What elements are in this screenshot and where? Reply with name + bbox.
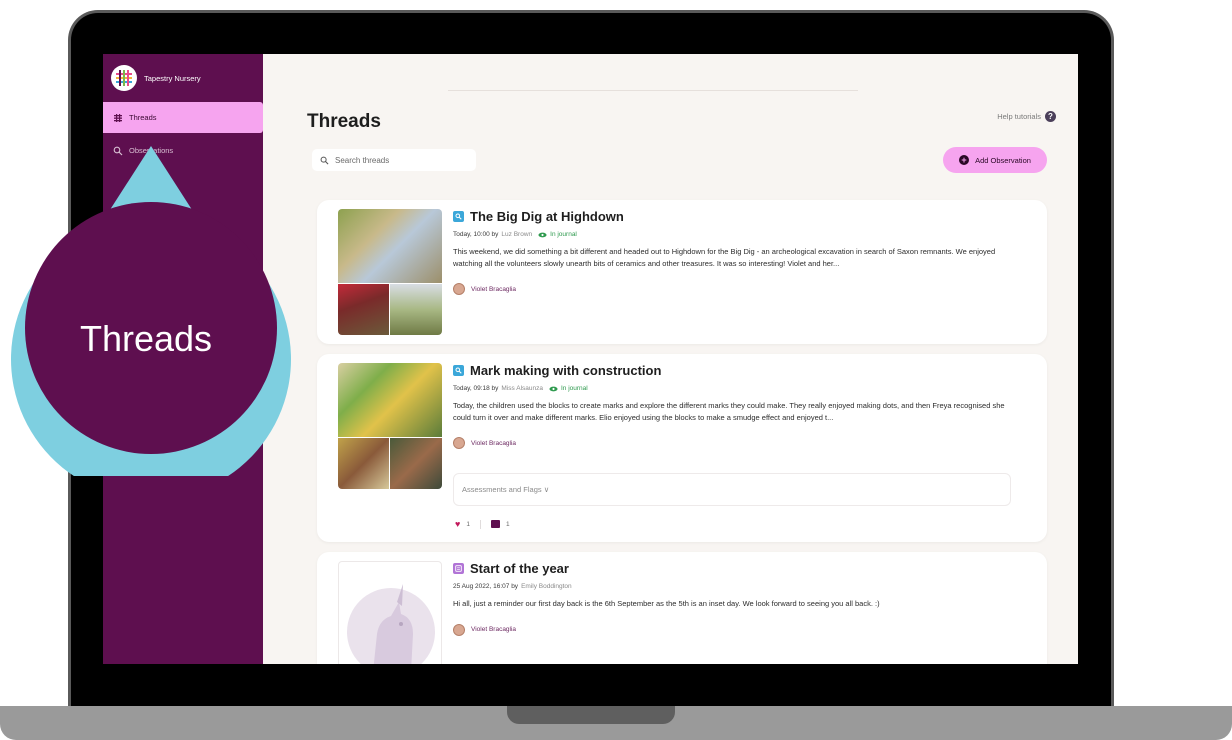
brand[interactable]: Tapestry Nursery [111,65,201,91]
add-observation-label: Add Observation [975,155,1031,165]
search-placeholder: Search threads [335,155,390,165]
observation-icon [453,365,464,376]
thread-thumbnails [338,561,442,664]
journal-status-label: In journal [550,231,577,238]
eye-icon [549,386,558,391]
thread-meta: 25 Aug 2022, 16:07 by Emily Boddington [453,583,1023,590]
thread-body: The Big Dig at Highdown Today, 10:00 by … [453,209,1023,295]
photo-thumbnail [390,438,442,489]
child-name: Violet Bracaglia [471,285,517,293]
thread-excerpt: This weekend, we did something a bit dif… [453,247,996,268]
brand-name: Tapestry Nursery [144,73,201,83]
thread-title[interactable]: The Big Dig at Highdown [470,209,624,224]
help-icon: ? [1045,111,1056,122]
search-icon [320,156,329,164]
comment-count: 1 [505,520,510,528]
thread-excerpt: Today, the children used the blocks to c… [453,401,1005,422]
app-screen: Tapestry Nursery Threads Observations Th… [103,54,1078,664]
sidebar-item-observations[interactable]: Observations [103,135,263,166]
like-count: 1 [466,520,470,528]
memo-icon [453,563,464,574]
tapestry-logo-icon [111,65,137,91]
observation-icon [453,211,464,222]
laptop-mockup: Tapestry Nursery Threads Observations Th… [0,0,1232,740]
comment-icon[interactable] [490,520,500,528]
thread-author: Miss Alsaunza [501,385,543,392]
sidebar-item-label: Observations [129,146,174,155]
help-label: Help tutorials [997,112,1041,121]
tagged-child[interactable]: Violet Bracaglia [453,283,1023,295]
reaction-bar: ♥ 1 1 [455,519,510,529]
help-tutorials-link[interactable]: Help tutorials ? [997,111,1056,122]
thread-card[interactable]: Start of the year 25 Aug 2022, 16:07 by … [317,552,1047,664]
threads-icon [114,113,122,122]
thread-card[interactable]: The Big Dig at Highdown Today, 10:00 by … [317,200,1047,344]
add-observation-button[interactable]: + Add Observation [943,147,1047,173]
thread-title[interactable]: Start of the year [470,561,569,576]
page-title: Threads [307,111,381,132]
journal-status: In journal [538,231,577,238]
assessments-label: Assessments and Flags ∨ [462,485,550,494]
photo-thumbnail [338,363,442,437]
thread-thumbnails [338,209,442,335]
search-icon [113,146,123,155]
unicorn-placeholder-image [347,584,435,664]
tagged-child[interactable]: Violet Bracaglia [453,623,1023,636]
header-divider [448,90,858,91]
child-avatar [453,437,465,449]
thread-date: Today, 10:00 by [453,231,499,238]
laptop-notch [507,706,675,724]
thread-thumbnails [338,363,442,489]
thread-card[interactable]: Mark making with construction Today, 09:… [317,354,1047,542]
photo-thumbnail [338,209,442,283]
heart-icon[interactable]: ♥ [455,519,460,529]
journal-status-label: In journal [560,385,588,392]
sidebar-item-threads[interactable]: Threads [103,102,263,133]
thread-date: 25 Aug 2022, 16:07 by [453,583,519,590]
reaction-divider [479,519,481,529]
callout-label: Threads [79,318,213,359]
journal-status: In journal [549,385,588,392]
sidebar-item-label: Threads [129,113,157,122]
thread-body: Mark making with construction Today, 09:… [453,363,1023,449]
child-name: Violet Bracaglia [471,626,517,633]
plus-circle-icon: + [959,155,970,165]
photo-thumbnail [338,438,389,489]
thread-author: Emily Boddington [521,583,572,590]
photo-thumbnail [338,284,389,335]
photo-thumbnail [390,284,442,335]
child-avatar [453,283,465,295]
thread-meta: Today, 10:00 by Luz Brown In journal [453,231,1023,238]
search-input[interactable]: Search threads [312,149,476,171]
child-avatar [453,623,465,636]
thread-title[interactable]: Mark making with construction [470,363,661,378]
thread-date: Today, 09:18 by [453,385,499,392]
tagged-child[interactable]: Violet Bracaglia [453,437,1023,449]
thread-body: Start of the year 25 Aug 2022, 16:07 by … [453,561,1023,636]
thread-excerpt: Hi all, just a reminder our first day ba… [453,599,880,608]
eye-icon [538,232,547,237]
assessments-flags-dropdown[interactable]: Assessments and Flags ∨ [453,473,1011,506]
child-name: Violet Bracaglia [471,439,517,447]
thread-author: Luz Brown [501,231,533,238]
thread-meta: Today, 09:18 by Miss Alsaunza In journal [453,385,1023,392]
